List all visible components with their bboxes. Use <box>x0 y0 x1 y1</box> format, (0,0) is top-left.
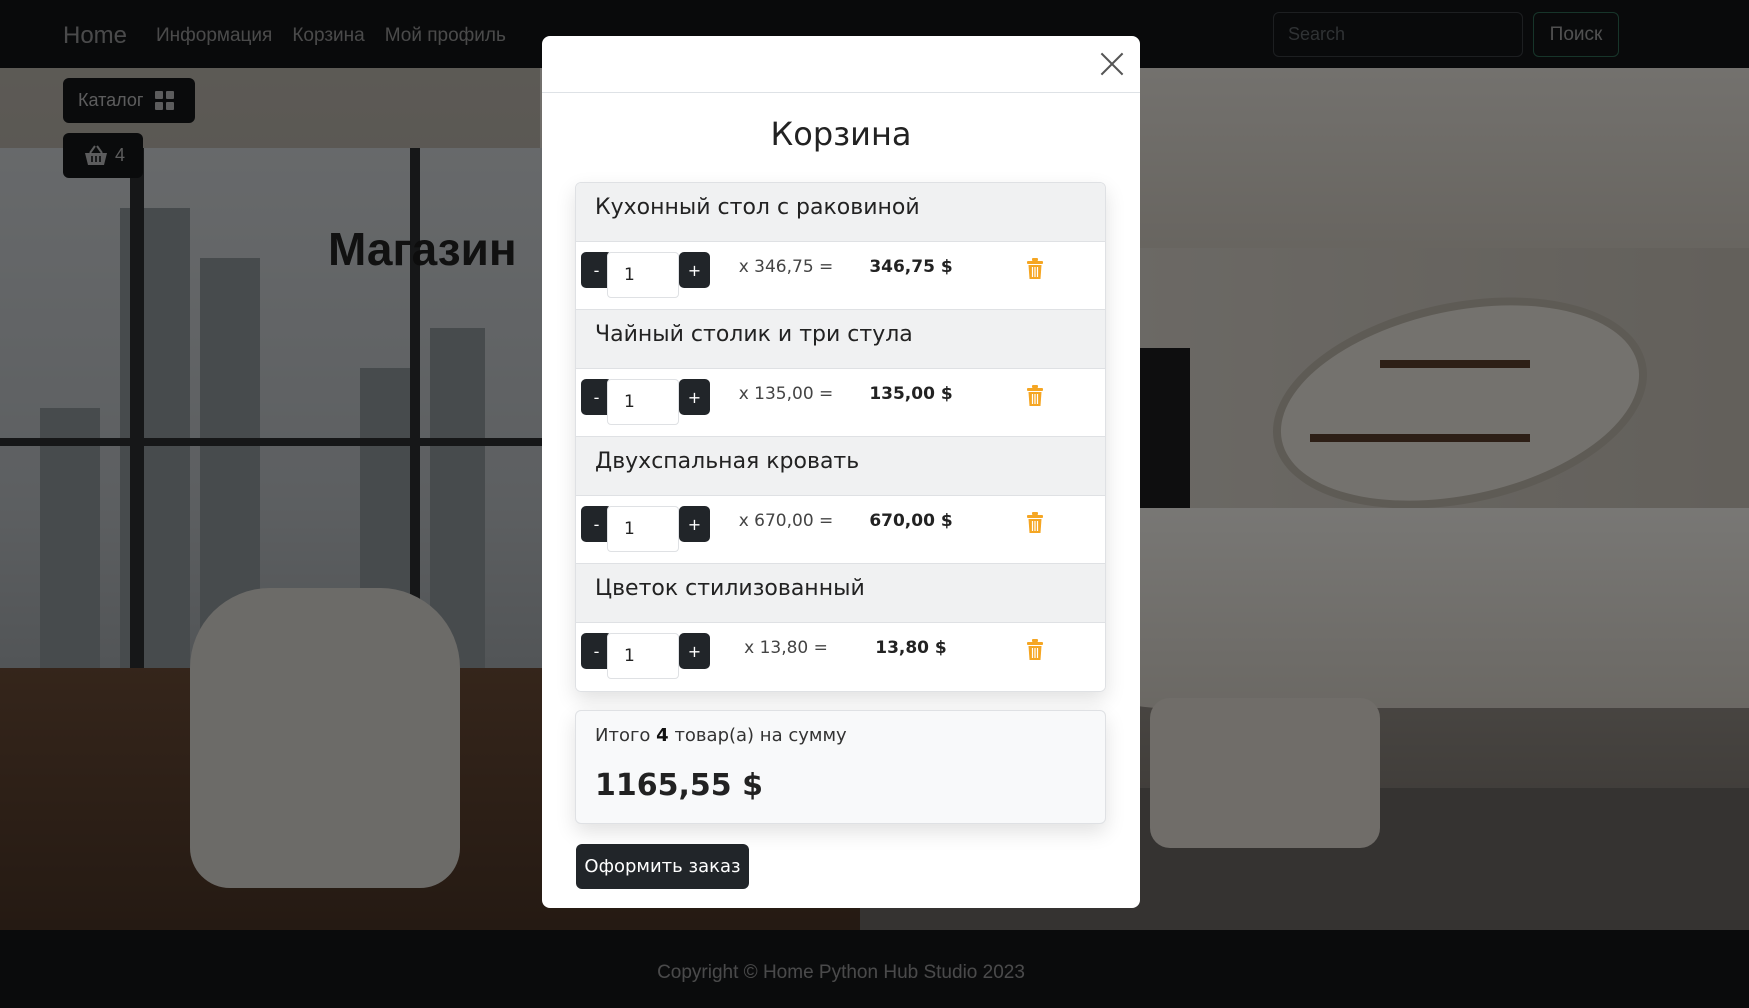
close-icon[interactable] <box>1100 52 1124 76</box>
line-total: 135,00 $ <box>869 384 953 404</box>
quantity-input[interactable] <box>607 506 679 552</box>
increase-quantity-button[interactable]: + <box>679 379 710 415</box>
unit-price: x 135,00 = <box>738 384 834 404</box>
line-total: 670,00 $ <box>869 511 953 531</box>
quantity-input[interactable] <box>607 379 679 425</box>
summary-suffix: товар(а) на сумму <box>674 725 847 746</box>
quantity-input[interactable] <box>607 633 679 679</box>
summary-count: 4 <box>656 725 669 746</box>
modal-header <box>542 36 1140 93</box>
cart-item-name: Кухонный стол с раковиной <box>576 183 1105 242</box>
cart-modal: Корзина Кухонный стол с раковиной - + x … <box>542 36 1140 908</box>
summary-total: 1165,55 $ <box>595 768 763 803</box>
cart-item-row: - + x 346,75 = 346,75 $ <box>576 242 1105 310</box>
cart-summary: Итого 4 товар(а) на сумму 1165,55 $ <box>575 710 1106 824</box>
cart-item-name: Чайный столик и три стула <box>576 310 1105 369</box>
unit-price: x 13,80 = <box>744 638 828 658</box>
quantity-input[interactable] <box>607 252 679 298</box>
increase-quantity-button[interactable]: + <box>679 252 710 288</box>
summary-prefix: Итого <box>595 725 651 746</box>
unit-price: x 346,75 = <box>738 257 834 277</box>
cart-item-row: - + x 670,00 = 670,00 $ <box>576 496 1105 564</box>
line-total: 346,75 $ <box>869 257 953 277</box>
cart-item-name: Двухспальная кровать <box>576 437 1105 496</box>
place-order-button[interactable]: Оформить заказ <box>576 844 749 889</box>
increase-quantity-button[interactable]: + <box>679 506 710 542</box>
cart-item-name: Цветок стилизованный <box>576 564 1105 623</box>
unit-price: x 670,00 = <box>738 511 834 531</box>
summary-line: Итого 4 товар(а) на сумму <box>595 725 1086 746</box>
line-total: 13,80 $ <box>875 638 947 658</box>
modal-title: Корзина <box>770 115 912 153</box>
trash-icon[interactable] <box>1026 639 1044 661</box>
cart-list: Кухонный стол с раковиной - + x 346,75 =… <box>575 182 1106 692</box>
cart-item-row: - + x 13,80 = 13,80 $ <box>576 623 1105 691</box>
increase-quantity-button[interactable]: + <box>679 633 710 669</box>
cart-item-row: - + x 135,00 = 135,00 $ <box>576 369 1105 437</box>
trash-icon[interactable] <box>1026 385 1044 407</box>
trash-icon[interactable] <box>1026 258 1044 280</box>
trash-icon[interactable] <box>1026 512 1044 534</box>
